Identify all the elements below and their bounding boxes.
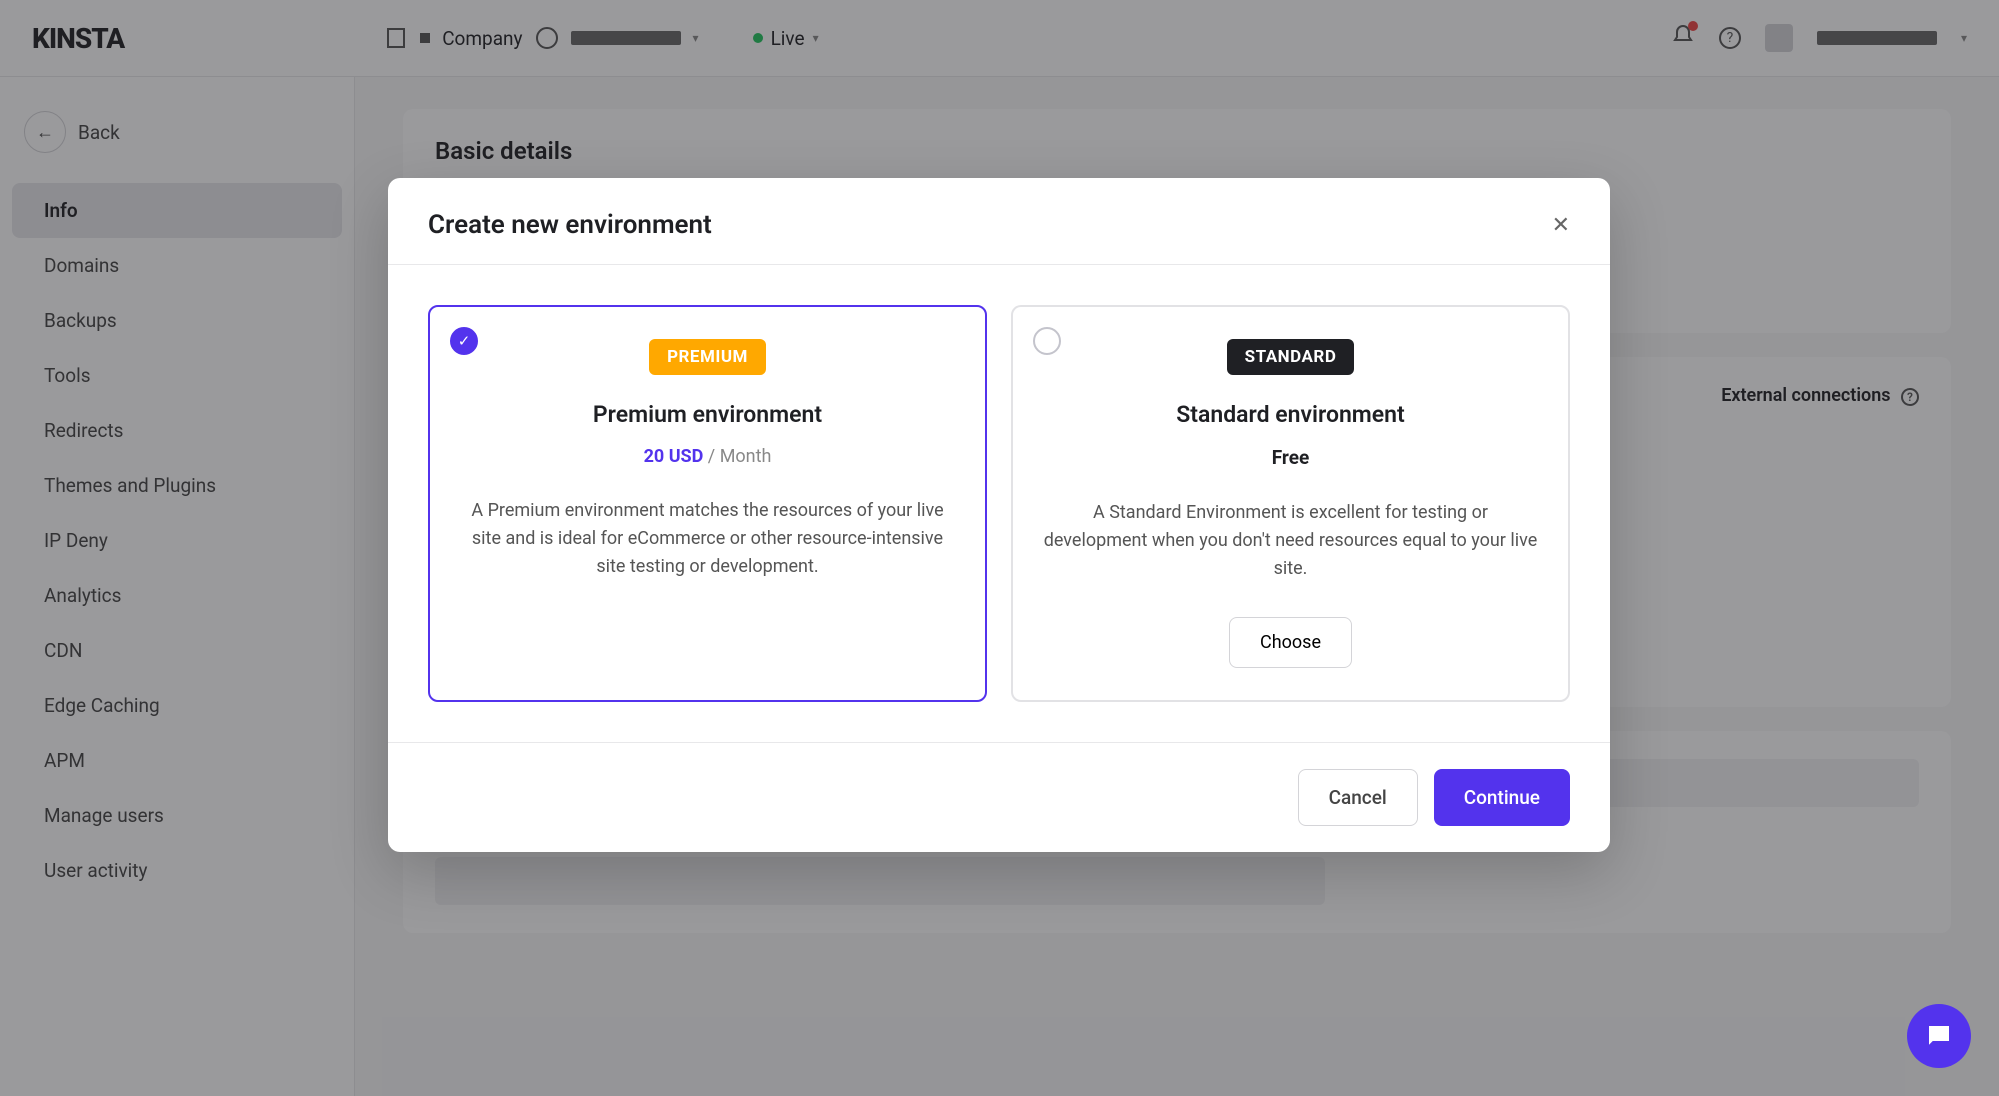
chat-icon [1924,1021,1954,1051]
chat-widget-button[interactable] [1907,1004,1971,1068]
standard-price: Free [1272,446,1310,469]
standard-description: A Standard Environment is excellent for … [1041,499,1540,583]
choose-button[interactable]: Choose [1229,617,1352,668]
premium-description: A Premium environment matches the resour… [458,497,957,581]
premium-option-title: Premium environment [593,401,822,428]
premium-price: 20 USD / Month [644,446,772,467]
standard-option-title: Standard environment [1176,401,1404,428]
modal-body: ✓ PREMIUM Premium environment 20 USD / M… [388,265,1610,742]
standard-option[interactable]: STANDARD Standard environment Free A Sta… [1011,305,1570,702]
standard-badge: STANDARD [1227,339,1355,375]
create-environment-modal: Create new environment ✕ ✓ PREMIUM Premi… [388,178,1610,852]
premium-badge: PREMIUM [649,339,766,375]
premium-option[interactable]: ✓ PREMIUM Premium environment 20 USD / M… [428,305,987,702]
continue-button[interactable]: Continue [1434,769,1570,826]
close-icon[interactable]: ✕ [1552,213,1570,238]
modal-header: Create new environment ✕ [388,178,1610,265]
cancel-button[interactable]: Cancel [1298,769,1418,826]
modal-title: Create new environment [428,210,712,240]
radio-unchecked-icon [1033,327,1061,355]
modal-footer: Cancel Continue [388,742,1610,852]
radio-checked-icon: ✓ [450,327,478,355]
